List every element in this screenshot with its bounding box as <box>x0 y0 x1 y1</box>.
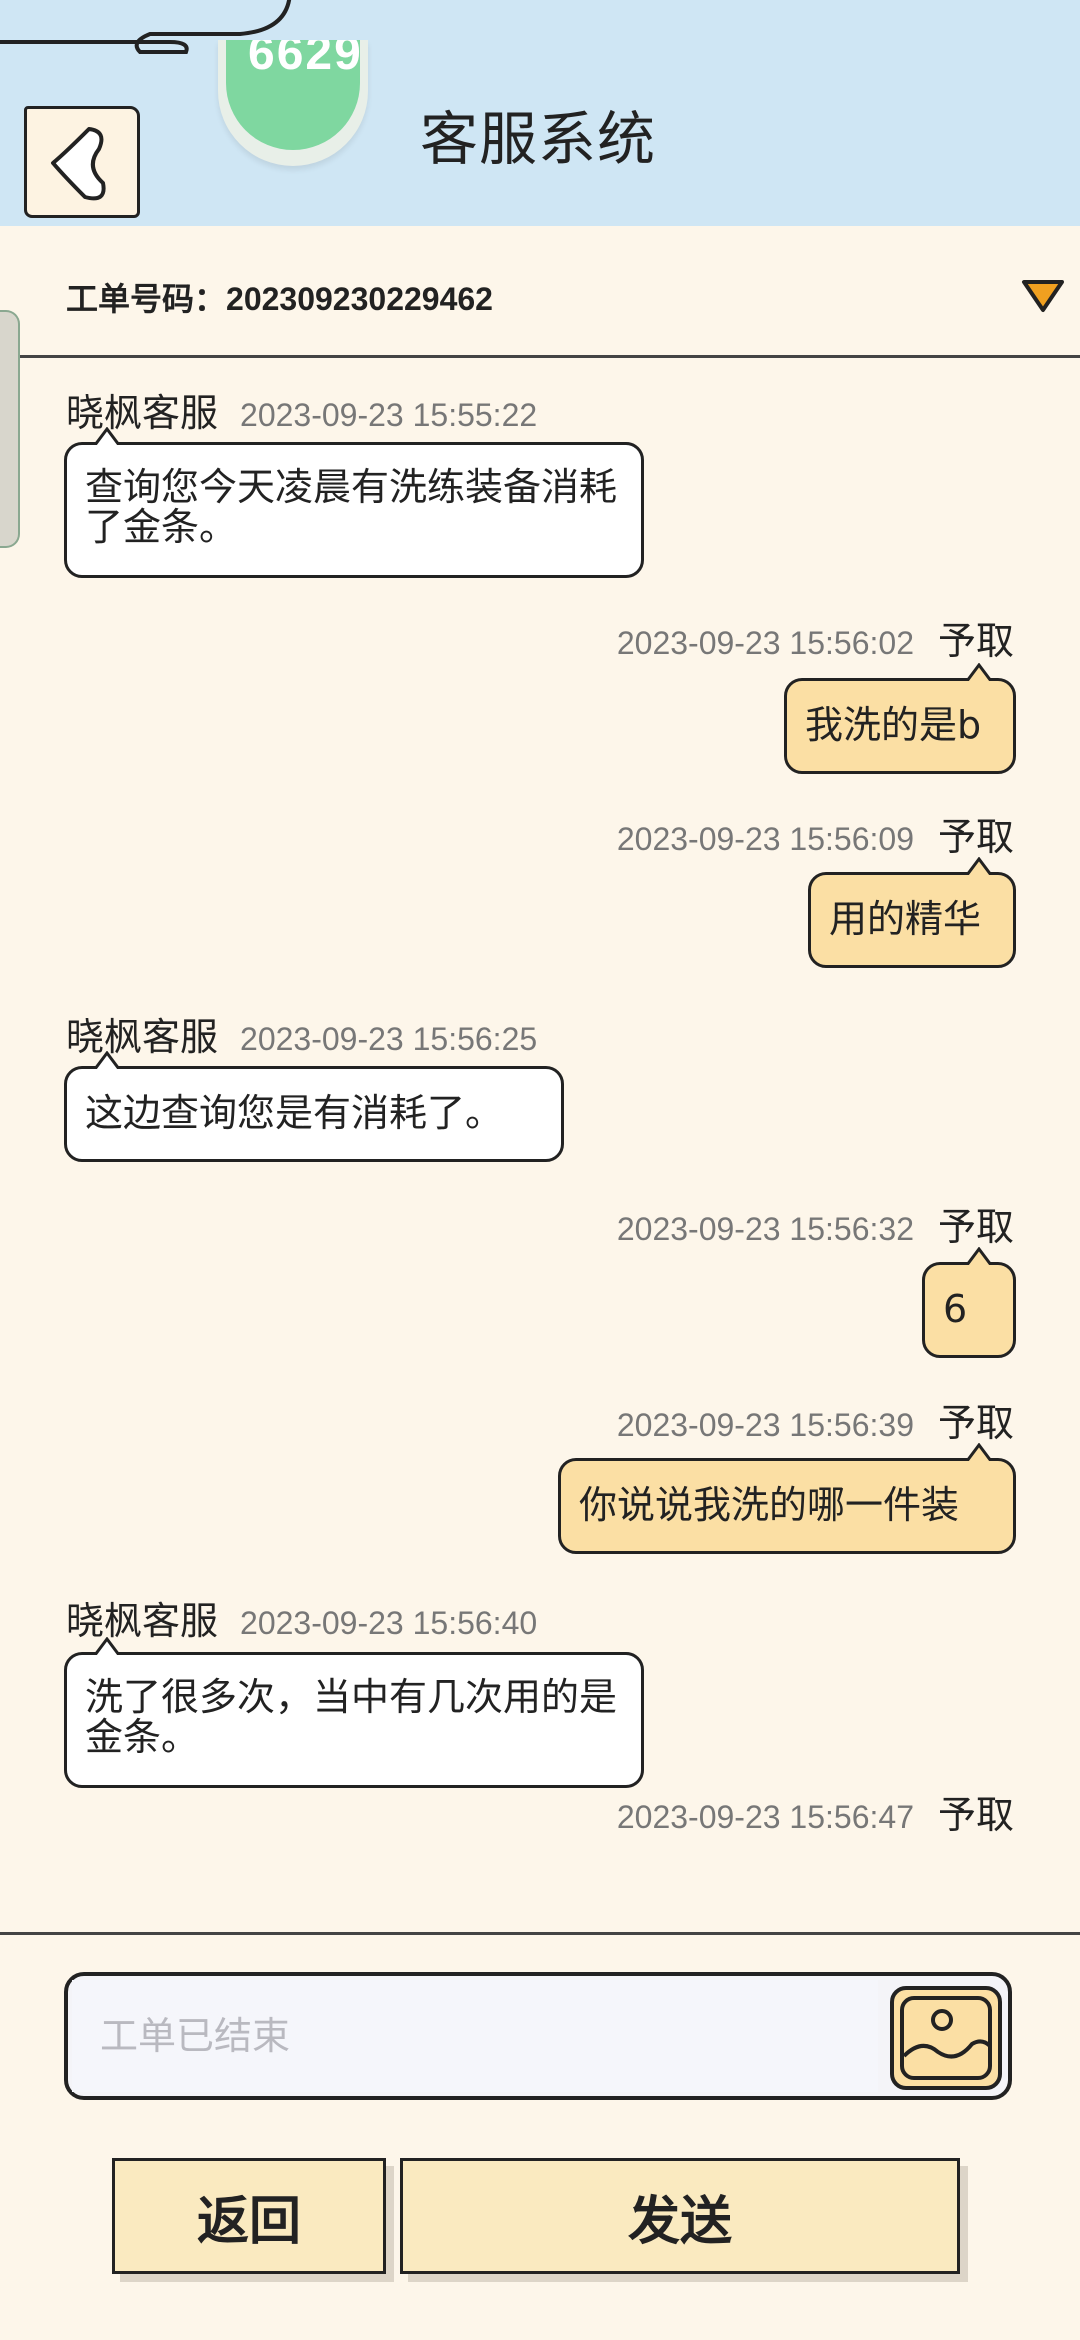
message-bubble[interactable]: 查询您今天凌晨有洗练装备消耗了金条。 <box>64 427 644 578</box>
message-bubble[interactable]: 用的精华 <box>808 857 1016 968</box>
bubble-tail <box>967 1247 991 1265</box>
message-bubble[interactable]: 6 <box>922 1247 1016 1358</box>
message-text: 我洗的是b <box>805 703 982 747</box>
image-upload-button[interactable] <box>890 1986 1002 2090</box>
message-time: 2023-09-23 15:56:47 <box>616 1799 914 1835</box>
ticket-bar: 工单号码：202309230229462 <box>0 226 1080 358</box>
message-sender: 予取 <box>937 1401 1014 1445</box>
bubble-tail <box>967 663 991 681</box>
message-sender: 予取 <box>937 815 1014 859</box>
message-time: 2023-09-23 15:56:25 <box>240 1021 538 1057</box>
message-sender: 晓枫客服 <box>66 391 219 435</box>
message-meta: 晓枫客服 2023-09-23 15:55:22 <box>66 382 537 437</box>
bubble-tail <box>95 1637 119 1655</box>
message-meta: 2023-09-23 15:56:02 予取 <box>617 610 1014 665</box>
send-button[interactable]: 发送 <box>400 2158 960 2274</box>
bubble-tail <box>967 857 991 875</box>
message-time: 2023-09-23 15:56:02 <box>616 625 914 661</box>
ticket-value: 202309230229462 <box>226 281 493 317</box>
back-button[interactable]: 返回 <box>112 2158 386 2274</box>
divider-bottom <box>0 1932 1080 1935</box>
message-meta: 2023-09-23 15:56:47 予取 <box>617 1784 1014 1839</box>
message-text: 用的精华 <box>829 897 982 941</box>
avatar: 6629 <box>218 40 368 166</box>
header: 6629 客服系统 <box>0 0 1080 226</box>
back-icon-button[interactable] <box>24 106 140 218</box>
message-sender: 晓枫客服 <box>66 1015 219 1059</box>
message-input-box <box>64 1972 1012 2100</box>
message-text: 这边查询您是有消耗了。 <box>85 1091 504 1135</box>
message-sender: 予取 <box>937 619 1014 663</box>
bubble-tail <box>95 1051 119 1069</box>
message-meta: 晓枫客服 2023-09-23 15:56:40 <box>66 1590 537 1645</box>
image-icon <box>900 1996 992 2080</box>
bubble-tail <box>967 1443 991 1461</box>
message-meta: 2023-09-23 15:56:39 予取 <box>617 1392 1014 1447</box>
ticket-label: 工单号码： <box>66 280 227 318</box>
message-text: 6 <box>943 1287 968 1331</box>
message-bubble[interactable]: 你说说我洗的哪一件装 <box>558 1443 1016 1554</box>
message-input[interactable] <box>72 1980 878 2092</box>
message-time: 2023-09-23 15:56:39 <box>616 1407 914 1443</box>
bubble-tail <box>95 427 119 445</box>
avatar-text: 6629 <box>248 40 363 80</box>
message-text: 查询您今天凌晨有洗练装备消耗了金条。 <box>85 465 618 549</box>
message-time: 2023-09-23 15:56:32 <box>616 1211 914 1247</box>
message-bubble[interactable]: 我洗的是b <box>784 663 1016 774</box>
message-bubble[interactable]: 洗了很多次，当中有几次用的是金条。 <box>64 1637 644 1788</box>
message-text: 你说说我洗的哪一件装 <box>579 1483 960 1527</box>
message-time: 2023-09-23 15:56:09 <box>616 821 914 857</box>
message-sender: 予取 <box>937 1793 1014 1837</box>
message-sender: 晓枫客服 <box>66 1599 219 1643</box>
chat-list[interactable]: 晓枫客服 2023-09-23 15:55:22 查询您今天凌晨有洗练装备消耗了金条… <box>0 362 1080 1840</box>
ticket-number: 工单号码：202309230229462 <box>66 274 493 320</box>
message-time: 2023-09-23 15:56:40 <box>240 1605 538 1641</box>
message-time: 2023-09-23 15:55:22 <box>240 397 538 433</box>
dropdown-triangle-icon[interactable] <box>1020 276 1066 316</box>
page-title: 客服系统 <box>420 105 657 173</box>
message-meta: 2023-09-23 15:56:09 予取 <box>617 806 1014 861</box>
divider-top <box>0 355 1080 358</box>
message-sender: 予取 <box>937 1205 1014 1249</box>
chevron-left-icon <box>51 127 106 201</box>
message-meta: 2023-09-23 15:56:32 予取 <box>617 1196 1014 1251</box>
message-meta: 晓枫客服 2023-09-23 15:56:25 <box>66 1006 537 1061</box>
message-bubble[interactable]: 这边查询您是有消耗了。 <box>64 1051 564 1162</box>
message-text: 洗了很多次，当中有几次用的是金条。 <box>85 1675 618 1759</box>
